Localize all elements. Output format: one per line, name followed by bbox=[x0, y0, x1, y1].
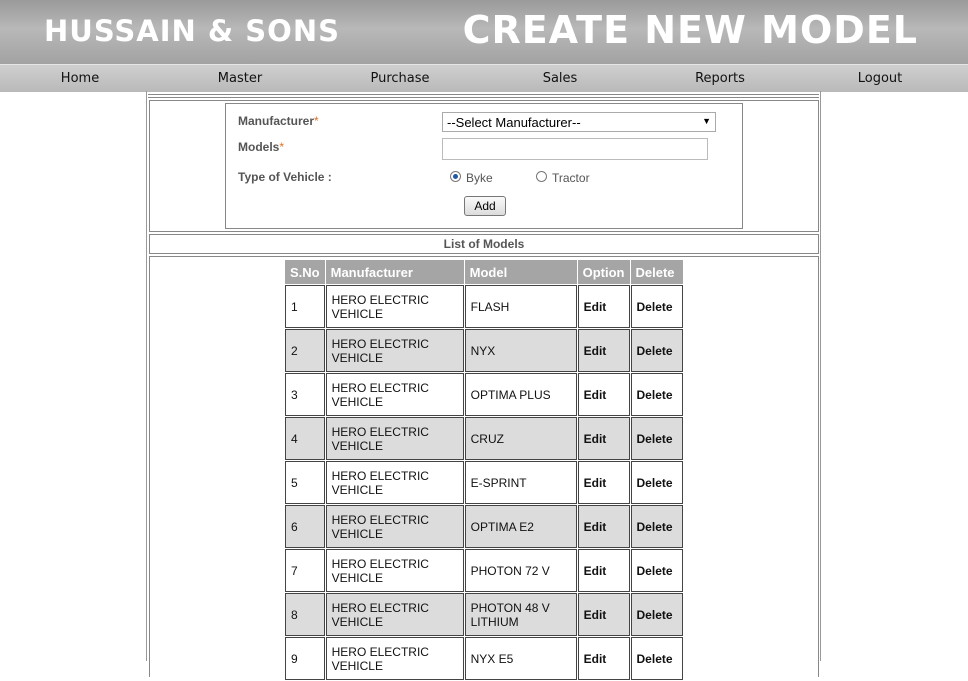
vehicle-type-label: Type of Vehicle : bbox=[238, 170, 332, 184]
cell-sno: 6 bbox=[285, 505, 325, 548]
edit-link[interactable]: Edit bbox=[577, 549, 630, 592]
cell-manufacturer: HERO ELECTRIC VEHICLE bbox=[325, 637, 464, 680]
cell-manufacturer: HERO ELECTRIC VEHICLE bbox=[325, 329, 464, 372]
cell-manufacturer: HERO ELECTRIC VEHICLE bbox=[325, 549, 464, 592]
table-row: 8 HERO ELECTRIC VEHICLE PHOTON 48 V LITH… bbox=[285, 593, 683, 636]
delete-link[interactable]: Delete bbox=[630, 637, 683, 680]
edit-link[interactable]: Edit bbox=[577, 373, 630, 416]
cell-model: PHOTON 72 V bbox=[464, 549, 577, 592]
edit-link[interactable]: Edit bbox=[577, 505, 630, 548]
edit-link[interactable]: Edit bbox=[577, 329, 630, 372]
edit-link[interactable]: Edit bbox=[577, 593, 630, 636]
list-title: List of Models bbox=[149, 234, 819, 254]
divider bbox=[148, 97, 819, 98]
edit-link[interactable]: Edit bbox=[577, 461, 630, 504]
table-row: 1 HERO ELECTRIC VEHICLE FLASH Edit Delet… bbox=[285, 285, 683, 328]
table-row: 5 HERO ELECTRIC VEHICLE E-SPRINT Edit De… bbox=[285, 461, 683, 504]
col-delete: Delete bbox=[630, 260, 683, 284]
cell-manufacturer: HERO ELECTRIC VEHICLE bbox=[325, 417, 464, 460]
cell-sno: 2 bbox=[285, 329, 325, 372]
radio-tractor[interactable] bbox=[536, 171, 547, 182]
required-mark: * bbox=[279, 140, 285, 154]
table-row: 6 HERO ELECTRIC VEHICLE OPTIMA E2 Edit D… bbox=[285, 505, 683, 548]
create-model-form: Manufacturer* --Select Manufacturer-- ▼ … bbox=[149, 100, 819, 232]
nav-logout[interactable]: Logout bbox=[820, 71, 940, 86]
cell-manufacturer: HERO ELECTRIC VEHICLE bbox=[325, 505, 464, 548]
required-mark: * bbox=[314, 114, 319, 128]
delete-link[interactable]: Delete bbox=[630, 329, 683, 372]
cell-manufacturer: HERO ELECTRIC VEHICLE bbox=[325, 461, 464, 504]
cell-manufacturer: HERO ELECTRIC VEHICLE bbox=[325, 593, 464, 636]
divider bbox=[148, 94, 819, 95]
cell-manufacturer: HERO ELECTRIC VEHICLE bbox=[325, 285, 464, 328]
table-row: 3 HERO ELECTRIC VEHICLE OPTIMA PLUS Edit… bbox=[285, 373, 683, 416]
delete-link[interactable]: Delete bbox=[630, 505, 683, 548]
cell-model: PHOTON 48 V LITHIUM bbox=[464, 593, 577, 636]
brand-title: HUSSAIN & SONS bbox=[44, 14, 340, 48]
radio-tractor-label: Tractor bbox=[552, 171, 590, 185]
table-row: 7 HERO ELECTRIC VEHICLE PHOTON 72 V Edit… bbox=[285, 549, 683, 592]
delete-link[interactable]: Delete bbox=[630, 549, 683, 592]
cell-model: E-SPRINT bbox=[464, 461, 577, 504]
cell-sno: 8 bbox=[285, 593, 325, 636]
cell-sno: 3 bbox=[285, 373, 325, 416]
cell-sno: 5 bbox=[285, 461, 325, 504]
page-title: CREATE NEW MODEL bbox=[462, 8, 918, 52]
delete-link[interactable]: Delete bbox=[630, 417, 683, 460]
manufacturer-select[interactable]: --Select Manufacturer-- ▼ bbox=[442, 112, 716, 132]
nav-reports[interactable]: Reports bbox=[660, 71, 780, 86]
radio-byke-label: Byke bbox=[466, 171, 493, 185]
table-row: 4 HERO ELECTRIC VEHICLE CRUZ Edit Delete bbox=[285, 417, 683, 460]
models-input[interactable] bbox=[442, 138, 708, 160]
cell-model: FLASH bbox=[464, 285, 577, 328]
cell-sno: 4 bbox=[285, 417, 325, 460]
nav-master[interactable]: Master bbox=[180, 71, 300, 86]
cell-sno: 9 bbox=[285, 637, 325, 680]
cell-model: NYX E5 bbox=[464, 637, 577, 680]
col-model: Model bbox=[464, 260, 577, 284]
table-row: 9 HERO ELECTRIC VEHICLE NYX E5 Edit Dele… bbox=[285, 637, 683, 680]
edit-link[interactable]: Edit bbox=[577, 417, 630, 460]
form-panel: Manufacturer* --Select Manufacturer-- ▼ … bbox=[225, 103, 743, 229]
models-table: S.No Manufacturer Model Option Delete 1 … bbox=[284, 259, 684, 681]
col-sno: S.No bbox=[285, 260, 325, 284]
delete-link[interactable]: Delete bbox=[630, 461, 683, 504]
delete-link[interactable]: Delete bbox=[630, 285, 683, 328]
models-label: Models* bbox=[238, 140, 285, 154]
radio-byke[interactable] bbox=[450, 171, 461, 182]
main-nav: Home Master Purchase Sales Reports Logou… bbox=[0, 64, 968, 92]
nav-sales[interactable]: Sales bbox=[500, 71, 620, 86]
delete-link[interactable]: Delete bbox=[630, 593, 683, 636]
table-row: 2 HERO ELECTRIC VEHICLE NYX Edit Delete bbox=[285, 329, 683, 372]
cell-model: NYX bbox=[464, 329, 577, 372]
cell-manufacturer: HERO ELECTRIC VEHICLE bbox=[325, 373, 464, 416]
manufacturer-selected-value: --Select Manufacturer-- bbox=[447, 115, 581, 130]
cell-sno: 7 bbox=[285, 549, 325, 592]
delete-link[interactable]: Delete bbox=[630, 373, 683, 416]
models-list: S.No Manufacturer Model Option Delete 1 … bbox=[149, 256, 819, 681]
content-area: Manufacturer* --Select Manufacturer-- ▼ … bbox=[146, 91, 821, 681]
cell-model: OPTIMA E2 bbox=[464, 505, 577, 548]
cell-model: CRUZ bbox=[464, 417, 577, 460]
col-manufacturer: Manufacturer bbox=[325, 260, 464, 284]
table-header-row: S.No Manufacturer Model Option Delete bbox=[285, 260, 683, 284]
add-button[interactable]: Add bbox=[464, 196, 506, 216]
cell-model: OPTIMA PLUS bbox=[464, 373, 577, 416]
edit-link[interactable]: Edit bbox=[577, 637, 630, 680]
manufacturer-label: Manufacturer* bbox=[238, 114, 319, 128]
nav-home[interactable]: Home bbox=[20, 71, 140, 86]
edit-link[interactable]: Edit bbox=[577, 285, 630, 328]
header-banner: HUSSAIN & SONS CREATE NEW MODEL bbox=[0, 0, 968, 64]
dropdown-arrow-icon: ▼ bbox=[702, 116, 711, 126]
nav-purchase[interactable]: Purchase bbox=[340, 71, 460, 86]
cell-sno: 1 bbox=[285, 285, 325, 328]
col-option: Option bbox=[577, 260, 630, 284]
